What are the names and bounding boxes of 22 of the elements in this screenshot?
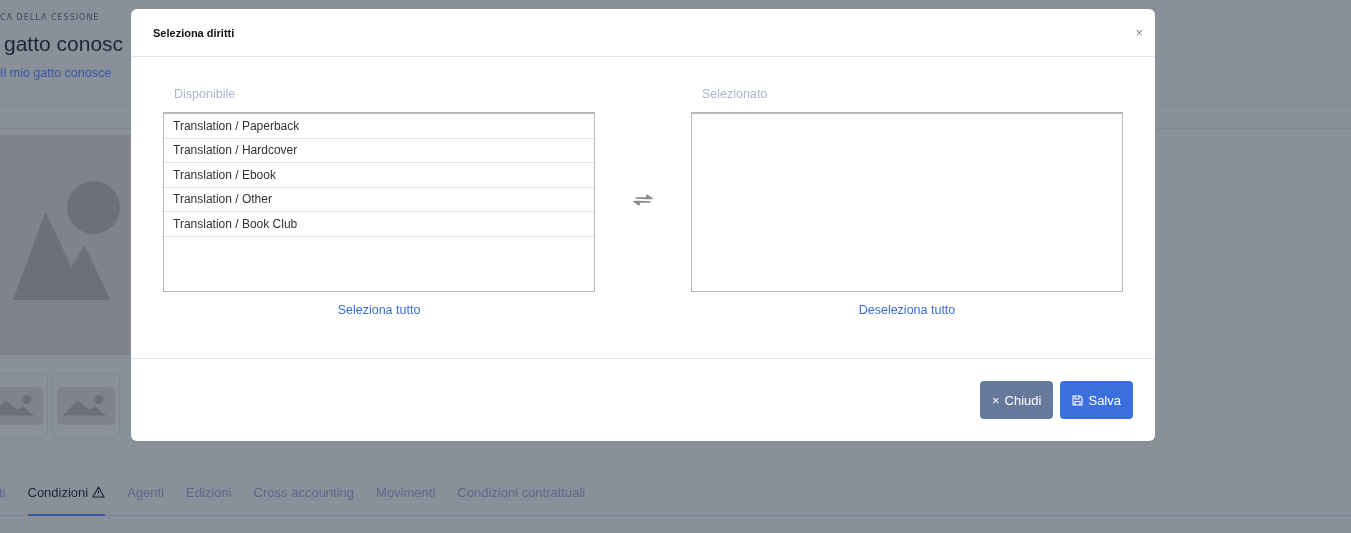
available-list[interactable]: Translation / Paperback Translation / Hardcover Translation / Ebook Translation / Other Translation / Book Club bbox=[163, 112, 595, 292]
list-item[interactable]: Translation / Paperback bbox=[164, 114, 594, 139]
close-button[interactable]: × Chiudi bbox=[980, 381, 1054, 419]
list-item[interactable]: Translation / Hardcover bbox=[164, 138, 594, 163]
list-label: Selezionato bbox=[702, 87, 769, 103]
selected-list[interactable] bbox=[691, 112, 1123, 292]
select-all-link[interactable]: Seleziona tutto bbox=[337, 303, 421, 317]
thumbnail[interactable] bbox=[52, 373, 120, 439]
close-button[interactable]: × bbox=[1135, 25, 1143, 40]
list-item[interactable]: Translation / Book Club bbox=[164, 212, 594, 237]
list-label: Disponibile bbox=[174, 87, 237, 103]
thumbnail[interactable] bbox=[0, 373, 48, 439]
list-item[interactable]: Translation / Ebook bbox=[164, 163, 594, 188]
save-icon bbox=[1072, 394, 1084, 406]
save-button[interactable]: Salva bbox=[1060, 381, 1133, 419]
list-item[interactable]: Translation / Other bbox=[164, 187, 594, 212]
select-all-link[interactable]: Deseleziona tutto bbox=[858, 303, 956, 317]
swap-icon bbox=[633, 193, 653, 207]
section-eyebrow: CA DELLA CESSIONE bbox=[0, 13, 100, 22]
page-title: gatto conosc bbox=[4, 32, 124, 56]
dialog-title: Seleziona diritti bbox=[153, 26, 235, 39]
tab[interactable]: Condizioni bbox=[27, 470, 106, 516]
